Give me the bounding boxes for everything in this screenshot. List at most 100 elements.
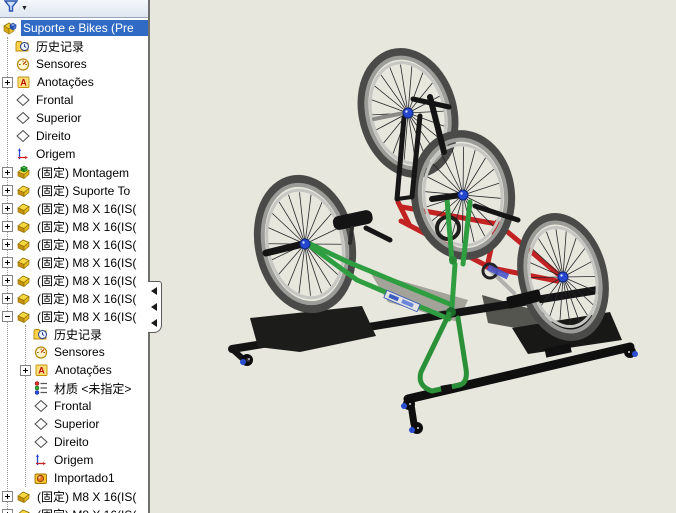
filter-dropdown-arrow[interactable]: ▼	[21, 5, 28, 12]
tree-item-label: (固定) M8 X 16(IS(	[35, 199, 138, 217]
collapse-left-arrow[interactable]	[151, 287, 157, 295]
plane-icon	[15, 110, 31, 126]
tree-item[interactable]: Suporte e Bikes (Pre	[0, 19, 148, 37]
tree-item-label: Anotações	[35, 74, 96, 90]
green-bike-kickstand[interactable]	[420, 314, 466, 393]
tree-item-label: Frontal	[34, 92, 75, 108]
part-icon	[16, 488, 32, 504]
tree-item[interactable]: Frontal	[0, 91, 148, 109]
tree-item[interactable]: (固定) M8 X 16(IS(	[0, 271, 148, 289]
hub-highlight	[405, 110, 407, 112]
part-green-icon	[16, 164, 32, 180]
tree-item[interactable]: Frontal	[0, 397, 148, 415]
wheel-left-hub[interactable]	[300, 239, 310, 249]
plane-icon	[33, 398, 49, 414]
material-icon	[33, 380, 49, 396]
tree-item[interactable]: Superior	[0, 109, 148, 127]
expand-plus-box[interactable]	[2, 491, 13, 502]
tree-item-label: (固定) M8 X 16(IS(	[35, 487, 138, 505]
part-icon	[16, 200, 32, 216]
hub-highlight	[560, 274, 562, 276]
expand-plus-box[interactable]	[2, 293, 13, 304]
wheel-right-middle-hub[interactable]	[458, 190, 468, 200]
expand-plus-box[interactable]	[20, 365, 31, 376]
svg-text:A: A	[20, 78, 27, 88]
expand-plus-box[interactable]	[2, 185, 13, 196]
tree-item[interactable]: 历史记录	[0, 37, 148, 55]
viewport-3d[interactable]	[150, 0, 676, 513]
tree-item[interactable]: (固定) M8 X 16(IS(	[0, 505, 148, 513]
tree-item[interactable]: Origem	[0, 451, 148, 469]
expand-plus-box[interactable]	[2, 77, 13, 88]
part-icon	[16, 236, 32, 252]
tree-item-label: Frontal	[52, 398, 93, 414]
sensors-icon	[15, 56, 31, 72]
part-icon	[16, 506, 32, 513]
tree-item[interactable]: (固定) M8 X 16(IS(	[0, 289, 148, 307]
tree-item[interactable]: AAnotações	[0, 361, 148, 379]
tree-item[interactable]: Origem	[0, 145, 148, 163]
tree-item-label: Direito	[34, 128, 73, 144]
origin-icon	[15, 146, 31, 162]
tree-item[interactable]: Direito	[0, 127, 148, 145]
tree-item-label: Origem	[52, 452, 95, 468]
expand-plus-box[interactable]	[2, 257, 13, 268]
tree-item[interactable]: Sensores	[0, 55, 148, 73]
tree-item[interactable]: A Anotações	[0, 73, 148, 91]
panel-flyout-tab[interactable]	[148, 281, 162, 333]
tree-item-label: Suporte e Bikes (Pre	[21, 20, 148, 36]
filter-funnel-icon	[4, 0, 18, 18]
expand-plus-box[interactable]	[2, 239, 13, 250]
tree-item[interactable]: (固定) M8 X 16(IS(	[0, 253, 148, 271]
collapse-left-arrow[interactable]	[151, 303, 157, 311]
part-icon	[16, 308, 32, 324]
part-icon	[16, 254, 32, 270]
tree-item[interactable]: Direito	[0, 433, 148, 451]
tree-item[interactable]: Superior	[0, 415, 148, 433]
part-icon	[16, 182, 32, 198]
tree-item[interactable]: (固定) M8 X 16(IS(	[0, 307, 148, 325]
tree-item-label: (固定) Suporte To	[35, 181, 132, 199]
tree-item[interactable]: (固定) M8 X 16(IS(	[0, 199, 148, 217]
wheel-top-hub[interactable]	[403, 108, 413, 118]
tree-item-label: 历史记录	[52, 325, 104, 343]
imported-icon	[33, 470, 49, 486]
feature-tree: Suporte e Bikes (Pre历史记录SensoresAAnotaçõ…	[0, 19, 148, 513]
tree-item[interactable]: (固定) M8 X 16(IS(	[0, 487, 148, 505]
expand-plus-box[interactable]	[2, 275, 13, 286]
tree-item-label: Importado1	[52, 470, 117, 486]
tree-item-label: 材质 <未指定>	[52, 379, 133, 397]
history-icon	[15, 38, 31, 54]
tree-item[interactable]: 历史记录	[0, 325, 148, 343]
tree-item-label: (固定) Montagem	[35, 163, 131, 181]
tree-item-label: Anotações	[53, 362, 114, 378]
plane-icon	[15, 128, 31, 144]
annotations-icon: A	[34, 362, 50, 378]
tree-item-label: Superior	[34, 110, 83, 126]
tree-item-label: (固定) M8 X 16(IS(	[35, 307, 138, 325]
expand-plus-box[interactable]	[2, 167, 13, 178]
tree-item[interactable]: (固定) M8 X 16(IS(	[0, 217, 148, 235]
tree-item[interactable]: (固定) Suporte To	[0, 181, 148, 199]
collapse-minus-box[interactable]	[2, 311, 13, 322]
history-icon	[33, 326, 49, 342]
filter-button[interactable]: ▼	[4, 0, 28, 18]
assembly-icon	[2, 20, 18, 36]
tree-item[interactable]: Importado1	[0, 469, 148, 487]
tree-item-label: (固定) M8 X 16(IS(	[35, 253, 138, 271]
tree-item-label: Origem	[34, 146, 77, 162]
collapse-left-arrow[interactable]	[151, 319, 157, 327]
tree-item-label: (固定) M8 X 16(IS(	[35, 271, 138, 289]
tree-item[interactable]: 材质 <未指定>	[0, 379, 148, 397]
expand-plus-box[interactable]	[2, 221, 13, 232]
wheel-bottom-right-hub[interactable]	[558, 272, 568, 282]
tree-item-label: Sensores	[52, 344, 107, 360]
tree-item[interactable]: (固定) M8 X 16(IS(	[0, 235, 148, 253]
expand-plus-box[interactable]	[2, 509, 13, 513]
origin-icon	[33, 452, 49, 468]
plane-icon	[33, 416, 49, 432]
expand-plus-box[interactable]	[2, 203, 13, 214]
plane-icon	[33, 434, 49, 450]
tree-item[interactable]: Sensores	[0, 343, 148, 361]
tree-item[interactable]: (固定) Montagem	[0, 163, 148, 181]
